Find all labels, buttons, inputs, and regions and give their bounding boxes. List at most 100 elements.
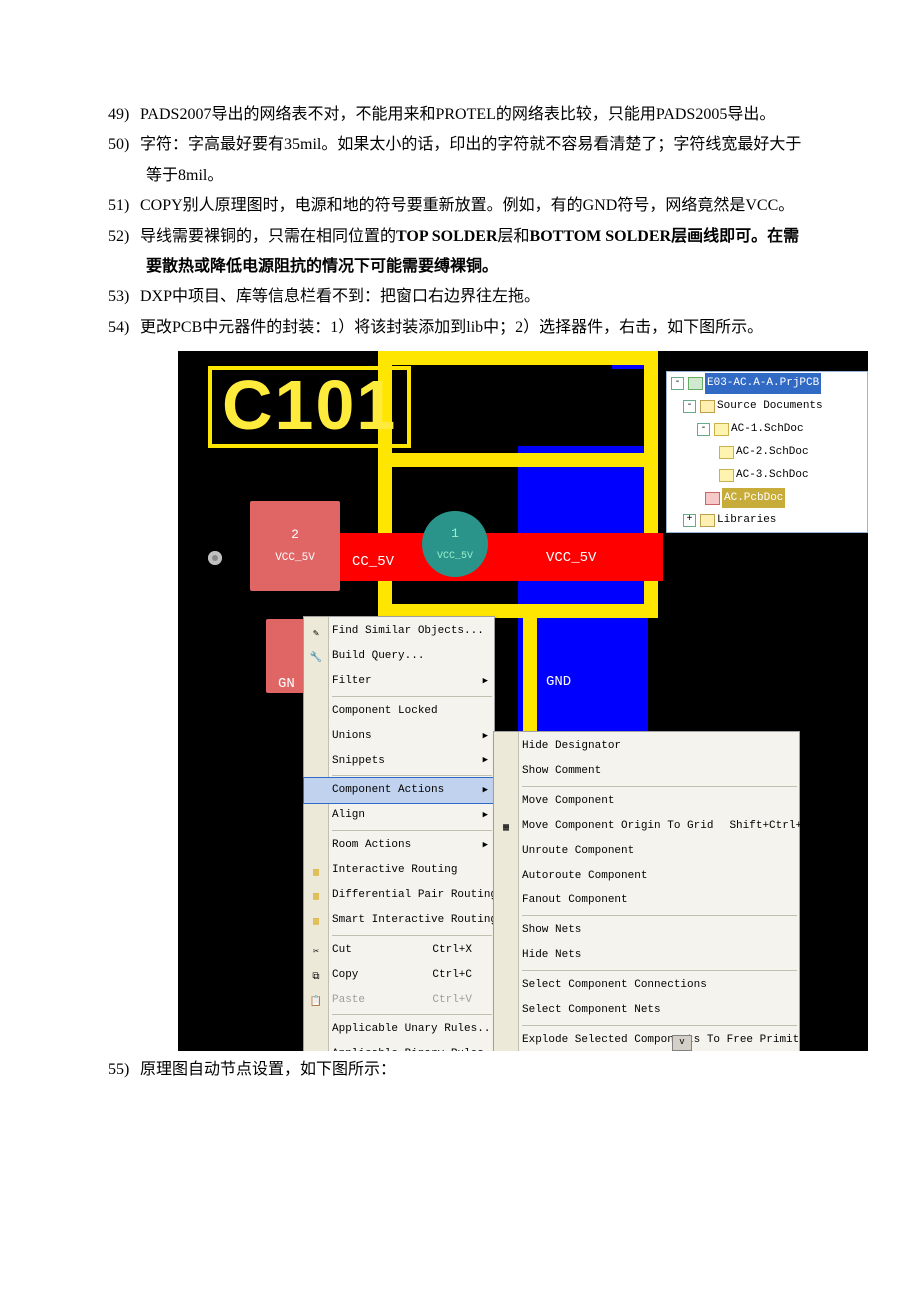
- menu-label: Snippets: [332, 751, 385, 772]
- menu-cut[interactable]: ✂CutCtrl+X: [304, 938, 494, 963]
- menu-unary-rules[interactable]: Applicable Unary Rules...: [304, 1017, 494, 1042]
- item-text: 字符：字高最好要有35mil。如果太小的话，印出的字符就不容易看清楚了；字符线宽…: [140, 136, 801, 183]
- trace-yellow: [392, 453, 644, 467]
- menu-label: Room Actions: [332, 835, 411, 856]
- pad-2[interactable]: 2 VCC_5V: [250, 501, 340, 591]
- submenu-hide-nets[interactable]: Hide Nets: [494, 943, 799, 968]
- route-icon: ▥: [308, 864, 324, 878]
- item-text-bold: TOP SOLDER: [396, 228, 498, 245]
- item-text-pre: 导线需要裸铜的，只需在相同位置的: [140, 228, 396, 245]
- submenu-arrow-icon: ▶: [483, 673, 488, 690]
- menu-room-actions[interactable]: Room Actions ▶: [304, 833, 494, 858]
- menu-paste[interactable]: 📋 Paste Ctrl+V: [304, 988, 494, 1013]
- menu-smart-routing[interactable]: ▥Smart Interactive Routing: [304, 908, 494, 933]
- pad-net: VCC_5V: [275, 548, 315, 569]
- item-text: DXP中项目、库等信息栏看不到：把窗口右边界往左拖。: [140, 288, 540, 305]
- menu-binary-rules[interactable]: Applicable Binary Rules...: [304, 1042, 494, 1051]
- menu-label: Autoroute Component: [522, 866, 647, 887]
- context-menu[interactable]: ✎ Find Similar Objects... 🔧Build Query...…: [303, 616, 495, 1051]
- menu-label: Applicable Unary Rules...: [332, 1019, 497, 1040]
- scroll-down-icon[interactable]: v: [672, 1035, 692, 1051]
- tree-node-doc[interactable]: - AC-1.SchDoc: [667, 418, 867, 441]
- submenu-move-origin-grid[interactable]: ▦Move Component Origin To GridShift+Ctrl…: [494, 814, 799, 839]
- schematic-icon: [714, 423, 729, 436]
- menu-build-query[interactable]: 🔧Build Query...: [304, 644, 494, 669]
- menu-find-similar[interactable]: ✎ Find Similar Objects...: [304, 619, 494, 644]
- trace-yellow: [378, 351, 658, 365]
- item-number: 55): [108, 1055, 140, 1085]
- submenu-explode[interactable]: Explode Selected Components To Free Prim…: [494, 1028, 799, 1051]
- tree-node-project[interactable]: -E03-AC.A-A.PrjPCB: [667, 372, 867, 395]
- menu-label: Show Nets: [522, 920, 581, 941]
- submenu-select-nets[interactable]: Select Component Nets: [494, 998, 799, 1023]
- item-number: 54): [108, 313, 140, 343]
- menu-shortcut: Ctrl+X: [432, 940, 472, 961]
- menu-snippets[interactable]: Snippets ▶: [304, 749, 494, 774]
- item-number: 52): [108, 222, 140, 252]
- menu-shortcut: Ctrl+V: [432, 990, 472, 1011]
- collapse-icon[interactable]: -: [671, 377, 684, 390]
- item-text: COPY别人原理图时，电源和地的符号要重新放置。例如，有的GND符号，网络竟然是…: [140, 197, 794, 214]
- list-item: 55)原理图自动节点设置，如下图所示：: [108, 1055, 812, 1085]
- menu-separator: [522, 970, 797, 971]
- item-text: 更改PCB中元器件的封装：1）将该封装添加到lib中；2）选择器件，右击，如下图…: [140, 319, 763, 336]
- tree-node-pcbdoc[interactable]: AC.PcbDoc: [667, 487, 867, 510]
- net-label-vcc: VCC_5V: [546, 545, 596, 572]
- menu-label: Align: [332, 805, 365, 826]
- menu-unions[interactable]: Unions▶: [304, 724, 494, 749]
- pad-number: 1: [451, 522, 459, 547]
- expand-icon[interactable]: +: [683, 514, 696, 527]
- tree-node-source[interactable]: -Source Documents: [667, 395, 867, 418]
- submenu-arrow-icon: ▶: [483, 752, 488, 769]
- wand-icon: ✎: [308, 625, 324, 639]
- submenu-show-comment[interactable]: Show Comment: [494, 759, 799, 784]
- menu-copy[interactable]: ⧉CopyCtrl+C: [304, 963, 494, 988]
- submenu-unroute[interactable]: Unroute Component: [494, 839, 799, 864]
- submenu-autoroute[interactable]: Autoroute Component: [494, 864, 799, 889]
- tree-label: AC-3.SchDoc: [736, 465, 809, 486]
- menu-separator: [332, 1014, 492, 1015]
- list-item: 53)DXP中项目、库等信息栏看不到：把窗口右边界往左拖。: [108, 282, 812, 312]
- tree-node-doc[interactable]: AC-3.SchDoc: [667, 464, 867, 487]
- context-submenu[interactable]: Hide Designator Show Comment Move Compon…: [493, 731, 800, 1051]
- pad-number: 2: [291, 523, 299, 548]
- tree-label: AC-1.SchDoc: [731, 419, 804, 440]
- menu-label: Find Similar Objects...: [332, 621, 484, 642]
- menu-component-actions[interactable]: Component Actions▶: [304, 778, 494, 803]
- menu-separator: [522, 786, 797, 787]
- tree-node-doc[interactable]: AC-2.SchDoc: [667, 441, 867, 464]
- menu-separator: [522, 915, 797, 916]
- submenu-select-connections[interactable]: Select Component Connections: [494, 973, 799, 998]
- item-number: 50): [108, 130, 140, 160]
- tree-node-libs[interactable]: +Libraries: [667, 509, 867, 532]
- list-item: 50)字符：字高最好要有35mil。如果太小的话，印出的字符就不容易看清楚了；字…: [108, 130, 812, 191]
- menu-label: Hide Designator: [522, 736, 621, 757]
- submenu-show-nets[interactable]: Show Nets: [494, 918, 799, 943]
- menu-align[interactable]: Align▶: [304, 803, 494, 828]
- menu-label: Component Locked: [332, 701, 438, 722]
- menu-diff-pair-routing[interactable]: ▥Differential Pair Routing: [304, 883, 494, 908]
- hammer-icon: 🔧: [308, 649, 324, 663]
- item-text-mid: 层和: [498, 228, 530, 245]
- component-designator: C101: [208, 366, 411, 448]
- submenu-move-component[interactable]: Move Component: [494, 789, 799, 814]
- collapse-icon[interactable]: -: [683, 400, 696, 413]
- menu-separator: [332, 830, 492, 831]
- menu-interactive-routing[interactable]: ▥Interactive Routing: [304, 858, 494, 883]
- schematic-icon: [719, 469, 734, 482]
- submenu-hide-designator[interactable]: Hide Designator: [494, 734, 799, 759]
- paste-icon: 📋: [308, 993, 324, 1007]
- collapse-icon[interactable]: -: [697, 423, 710, 436]
- pad-1[interactable]: 1 VCC_5V: [422, 511, 488, 577]
- menu-label: Paste: [332, 990, 365, 1011]
- menu-separator: [332, 935, 492, 936]
- project-tree[interactable]: -E03-AC.A-A.PrjPCB -Source Documents - AC…: [666, 371, 868, 533]
- menu-label: Component Actions: [332, 780, 444, 801]
- menu-filter[interactable]: Filter▶: [304, 669, 494, 694]
- menu-component-locked[interactable]: Component Locked: [304, 699, 494, 724]
- submenu-arrow-icon: ▶: [483, 837, 488, 854]
- submenu-fanout[interactable]: Fanout Component: [494, 888, 799, 913]
- folder-icon: [700, 514, 715, 527]
- menu-separator: [332, 775, 492, 776]
- menu-label: Move Component: [522, 791, 614, 812]
